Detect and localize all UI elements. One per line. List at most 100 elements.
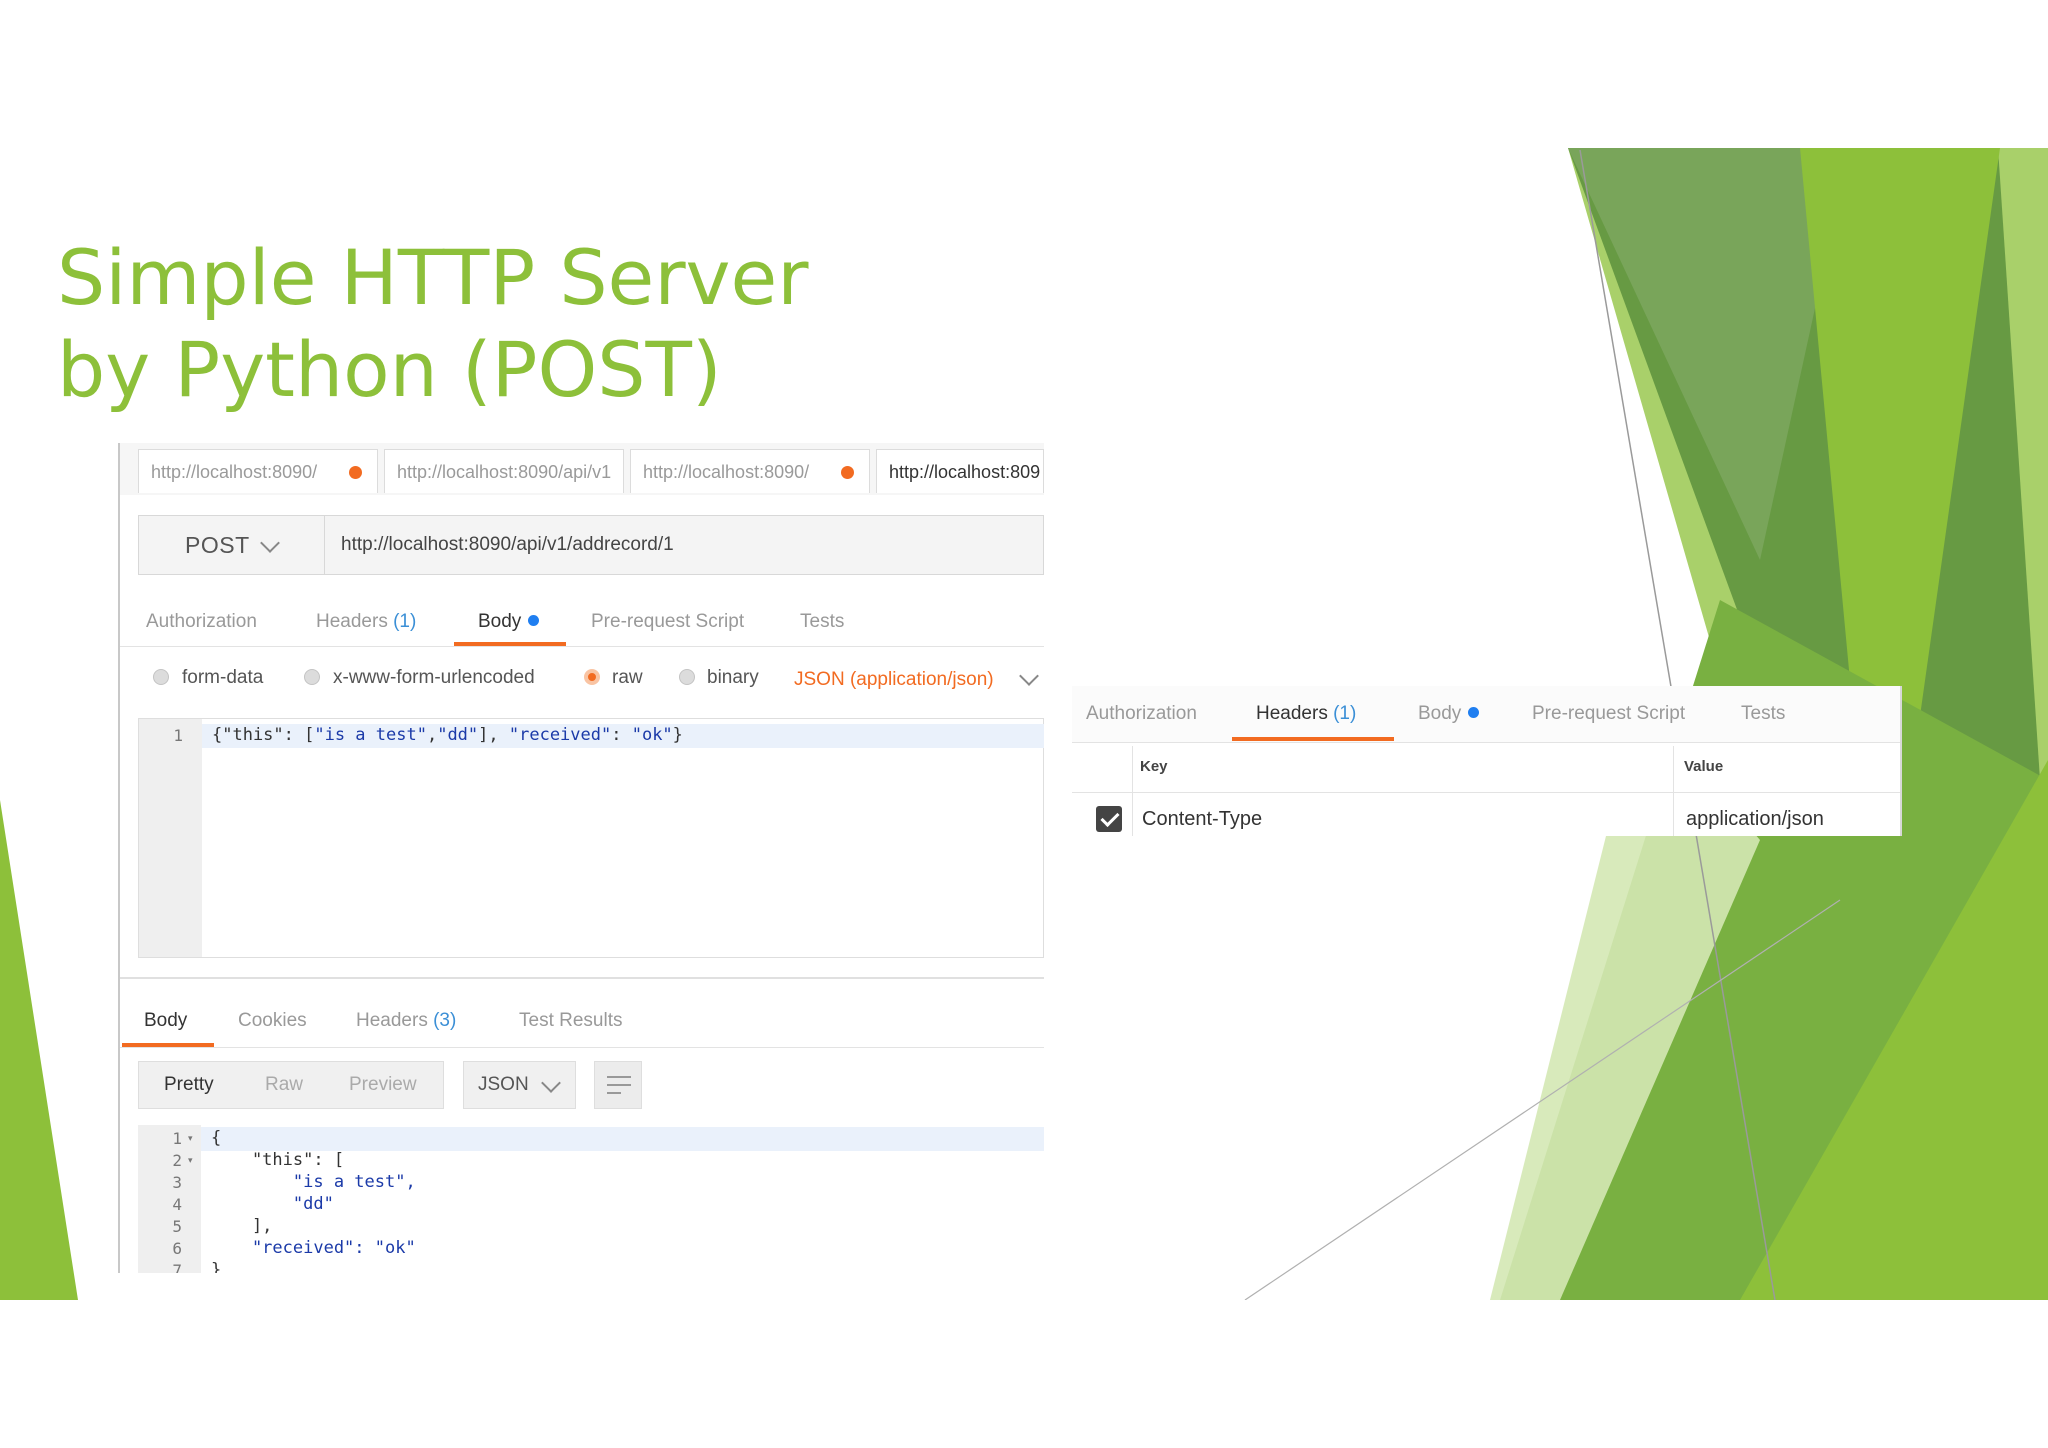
tab-headers-label: Headers [1256, 703, 1328, 724]
tab-authorization[interactable]: Authorization [146, 598, 257, 646]
method-label: POST [185, 532, 250, 558]
postman-request-panel: http://localhost:8090/ http://localhost:… [118, 443, 1044, 1273]
line-number: 2 [172, 1151, 182, 1170]
code-punct: ], [478, 725, 509, 745]
request-body-editor[interactable]: 1 {"this": ["is a test","dd"], "received… [138, 718, 1044, 958]
tab-headers-label: Headers [316, 611, 388, 632]
response-tab-cookies[interactable]: Cookies [238, 997, 307, 1045]
form-data-label: form-data [182, 667, 264, 688]
body-mode-options: form-data x-www-form-urlencoded raw bina… [120, 653, 1044, 703]
code-string: "received" [508, 725, 612, 745]
request-tab-4[interactable]: http://localhost:809 [876, 449, 1044, 493]
code-string: "is a test" [314, 725, 427, 745]
request-tab-3[interactable]: http://localhost:8090/ [630, 449, 870, 493]
fold-arrow-icon[interactable]: ▾ [188, 1133, 193, 1144]
headers-panel: Authorization Headers (1) Body Pre-reque… [1072, 686, 1902, 836]
binary-label: binary [707, 667, 759, 688]
line-number: 1 [172, 1129, 182, 1148]
tab-prerequest-script[interactable]: Pre-request Script [1532, 690, 1685, 738]
wrap-icon-line [607, 1084, 631, 1086]
wrap-icon [607, 1076, 631, 1078]
request-subtabs: Authorization Headers (1) Body Pre-reque… [120, 598, 1044, 647]
response-tab-headers[interactable]: Headers (3) [356, 997, 456, 1045]
url-bar: POST http://localhost:8090/api/v1/addrec… [138, 515, 1044, 575]
format-raw-button[interactable]: Raw [265, 1062, 303, 1108]
response-line: "received": "ok" [211, 1238, 416, 1258]
request-tab-3-label: http://localhost:8090/ [643, 462, 810, 482]
response-language-dropdown[interactable]: JSON [463, 1061, 576, 1109]
tab-body-label: Body [1418, 703, 1462, 724]
code-punct: : [611, 725, 632, 745]
request-tab-4-label: http://localhost:809 [889, 462, 1041, 482]
tab-headers-count: (1) [1333, 703, 1357, 724]
wrap-lines-button[interactable] [594, 1061, 642, 1109]
request-tab-bar: http://localhost:8090/ http://localhost:… [120, 443, 1044, 495]
line-number: 4 [172, 1195, 182, 1214]
tab-tests[interactable]: Tests [800, 598, 844, 646]
binary-radio[interactable] [679, 669, 695, 685]
response-line: { [211, 1128, 222, 1148]
tab-prerequest-script[interactable]: Pre-request Script [591, 598, 744, 646]
unsaved-dot-icon [349, 466, 362, 479]
fold-arrow-icon[interactable]: ▾ [188, 1155, 193, 1166]
tab-authorization[interactable]: Authorization [1086, 690, 1197, 738]
code-string: "ok" [631, 725, 673, 745]
tab-headers[interactable]: Headers (1) [1256, 690, 1356, 738]
request-tab-2[interactable]: http://localhost:8090/api/v1 [384, 449, 624, 493]
slide-title-line-2: by Python (POST) [57, 325, 722, 414]
format-pretty-button[interactable]: Pretty [164, 1062, 214, 1108]
tab-tests[interactable]: Tests [1741, 690, 1785, 738]
response-line: "dd" [211, 1194, 334, 1214]
header-key-cell[interactable]: Content-Type [1142, 804, 1262, 834]
modified-dot-icon [1468, 707, 1480, 718]
content-type-dropdown[interactable]: JSON (application/json) [794, 655, 994, 705]
chevron-down-icon [541, 1073, 561, 1093]
request-tab-1-label: http://localhost:8090/ [151, 462, 318, 482]
code-punct: } [672, 725, 683, 745]
active-tab-underline [454, 642, 566, 646]
method-dropdown[interactable]: POST [139, 516, 325, 574]
active-tab-underline [1232, 737, 1394, 741]
code-punct: {"this": [ [212, 725, 315, 745]
response-tab-body[interactable]: Body [144, 997, 187, 1045]
request-tab-2-label: http://localhost:8090/api/v1 [397, 462, 612, 482]
editor-gutter [139, 719, 202, 957]
column-header-key: Key [1140, 758, 1168, 775]
unsaved-dot-icon [841, 466, 854, 479]
tab-body[interactable]: Body [1418, 690, 1480, 738]
active-tab-underline [122, 1043, 214, 1047]
urlencoded-radio[interactable] [304, 669, 320, 685]
column-divider [1673, 746, 1674, 836]
response-line: "this": [ [211, 1150, 345, 1170]
format-preview-button[interactable]: Preview [349, 1062, 417, 1108]
response-tab-test-results[interactable]: Test Results [519, 997, 622, 1045]
code-punct: , [426, 725, 438, 745]
line-number: 3 [172, 1173, 182, 1192]
slide: Simple HTTP Server by Python (POST) http… [0, 0, 2048, 1300]
response-line: "is a test", [211, 1172, 416, 1192]
response-body-viewer[interactable]: 1 2 3 4 5 6 7 ▾ ▾ { "this": [ "is a test… [138, 1125, 1044, 1273]
response-language-label: JSON [478, 1074, 529, 1095]
tab-headers[interactable]: Headers (1) [316, 598, 416, 646]
panel-divider[interactable] [120, 977, 1044, 979]
line-number: 6 [172, 1239, 182, 1258]
tab-body[interactable]: Body [478, 598, 540, 646]
form-data-radio[interactable] [153, 669, 169, 685]
chevron-down-icon[interactable] [1019, 666, 1039, 686]
response-tabs: Body Cookies Headers (3) Test Results [120, 995, 1044, 1048]
tab-body-label: Body [478, 611, 522, 632]
slide-title-line-1: Simple HTTP Server [57, 233, 809, 322]
header-value-cell[interactable]: application/json [1686, 804, 1824, 834]
raw-radio[interactable] [584, 669, 600, 685]
response-tab-headers-count: (3) [433, 1010, 457, 1031]
modified-dot-icon [528, 615, 540, 626]
header-enabled-checkbox[interactable] [1096, 806, 1122, 832]
request-tab-1[interactable]: http://localhost:8090/ [138, 449, 378, 493]
url-input[interactable]: http://localhost:8090/api/v1/addrecord/1 [341, 516, 674, 574]
line-number: 1 [173, 726, 183, 745]
response-line: } [211, 1260, 222, 1273]
tab-headers-count: (1) [393, 611, 417, 632]
column-divider [1132, 746, 1133, 836]
line-number: 7 [172, 1261, 182, 1273]
response-line: ], [211, 1216, 273, 1236]
